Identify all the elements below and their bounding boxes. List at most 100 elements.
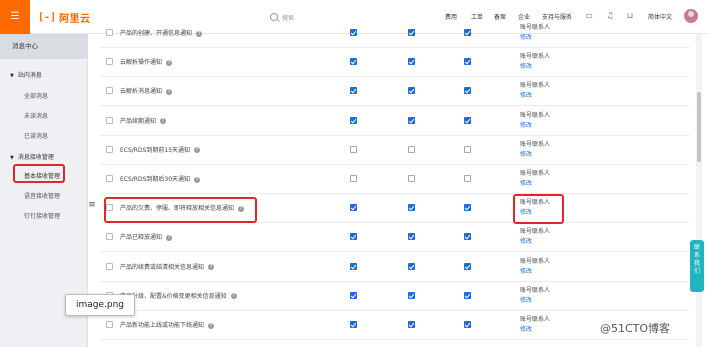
channel-checkbox[interactable] xyxy=(350,58,357,66)
edit-link[interactable]: 修改 xyxy=(520,236,532,245)
channel-checkbox[interactable] xyxy=(464,204,471,212)
table-row: ECS/RDS到期前15天通知? 账号联系人 修改 xyxy=(100,136,689,165)
row-select-checkbox[interactable] xyxy=(106,262,113,270)
channel-checkbox[interactable] xyxy=(408,87,415,95)
row-contact: 账号联系人 xyxy=(520,228,551,236)
help-icon[interactable]: ? xyxy=(230,293,237,300)
row-label: 产品升级、配置&价格变更相关信息通知? xyxy=(120,291,237,300)
channel-checkbox[interactable] xyxy=(350,204,357,212)
channel-checkbox[interactable] xyxy=(464,145,471,153)
channel-checkbox[interactable] xyxy=(408,58,415,66)
row-label-text: 云解析操作通知 xyxy=(120,59,163,67)
row-label: 云解析操作通知? xyxy=(120,57,173,67)
channel-checkbox[interactable] xyxy=(464,175,471,182)
row-contact: 账号联系人 xyxy=(520,24,551,31)
channel-checkbox[interactable] xyxy=(350,321,357,328)
sidebar-item-unread-messages[interactable]: 未读消息 xyxy=(24,111,48,120)
sidebar-collapse-icon[interactable]: ≡ xyxy=(88,200,96,210)
sidebar-item-dingtalk-receive[interactable]: 钉钉接收管理 xyxy=(24,211,60,220)
help-icon[interactable]: ? xyxy=(196,30,203,37)
help-icon[interactable]: ? xyxy=(166,59,173,66)
channel-checkbox[interactable] xyxy=(350,29,357,36)
sidebar-group-site-messages[interactable]: ▼ 站内消息 xyxy=(10,70,42,79)
help-icon[interactable]: ? xyxy=(160,118,167,125)
aliyun-logo[interactable]: [-] 阿里云 xyxy=(38,9,91,25)
channel-checkbox[interactable] xyxy=(350,233,357,241)
help-icon[interactable]: ? xyxy=(166,234,173,241)
table-row: 产品的创建、开通信息通知? 账号联系人 修改 xyxy=(100,19,689,48)
row-contact: 账号联系人 xyxy=(520,140,551,148)
channel-checkbox[interactable] xyxy=(464,321,471,328)
edit-link[interactable]: 修改 xyxy=(520,266,532,275)
edit-link[interactable]: 修改 xyxy=(520,324,532,333)
contact-char: 我 xyxy=(693,260,700,267)
row-select-checkbox[interactable] xyxy=(106,321,113,328)
caret-down-icon: ▼ xyxy=(10,155,14,161)
sidebar-group-label: 站内消息 xyxy=(17,72,42,79)
channel-checkbox[interactable] xyxy=(350,175,357,182)
table-row: 云解析消息通知? 账号联系人 修改 xyxy=(100,77,689,107)
channel-checkbox[interactable] xyxy=(408,175,415,182)
help-icon[interactable]: ? xyxy=(194,147,201,154)
channel-checkbox[interactable] xyxy=(408,321,415,328)
logo-text: 阿里云 xyxy=(59,13,91,25)
row-select-checkbox[interactable] xyxy=(106,116,113,124)
channel-checkbox[interactable] xyxy=(350,262,357,270)
row-label: 产品已释放通知? xyxy=(120,232,173,241)
channel-checkbox[interactable] xyxy=(408,291,415,299)
row-select-checkbox[interactable] xyxy=(106,58,113,66)
sidebar-item-read-messages[interactable]: 已读消息 xyxy=(24,131,48,140)
row-label-text: 产品的创建、开通信息通知 xyxy=(120,30,193,37)
edit-link[interactable]: 修改 xyxy=(520,295,532,304)
channel-checkbox[interactable] xyxy=(350,116,357,124)
row-label: 产品的创建、开通信息通知? xyxy=(120,28,203,37)
sidebar-group-receive-management[interactable]: ▼ 消息接收管理 xyxy=(10,152,54,161)
channel-checkbox[interactable] xyxy=(408,233,415,241)
contact-char: 联 xyxy=(693,244,700,251)
edit-link[interactable]: 修改 xyxy=(520,178,532,187)
row-label: 产品的续费或结清相关信息通知? xyxy=(120,262,215,271)
channel-checkbox[interactable] xyxy=(464,233,471,241)
row-select-checkbox[interactable] xyxy=(106,145,113,153)
channel-checkbox[interactable] xyxy=(350,291,357,299)
channel-checkbox[interactable] xyxy=(464,29,471,36)
contact-char: 们 xyxy=(693,268,700,275)
edit-link[interactable]: 修改 xyxy=(520,61,532,70)
help-icon[interactable]: ? xyxy=(208,264,215,271)
channel-checkbox[interactable] xyxy=(464,116,471,124)
help-icon[interactable]: ? xyxy=(166,88,173,95)
channel-checkbox[interactable] xyxy=(350,145,357,153)
row-label-text: 产品续期通知 xyxy=(120,117,157,125)
help-icon[interactable]: ? xyxy=(194,176,201,183)
channel-checkbox[interactable] xyxy=(350,87,357,95)
channel-checkbox[interactable] xyxy=(408,204,415,212)
row-select-checkbox[interactable] xyxy=(106,29,113,36)
row-label-text: 云解析消息通知 xyxy=(120,88,163,96)
channel-checkbox[interactable] xyxy=(464,262,471,270)
table-row: 云解析操作通知? 账号联系人 修改 xyxy=(100,48,689,78)
channel-checkbox[interactable] xyxy=(464,58,471,66)
sidebar-item-voice-receive[interactable]: 语音接收管理 xyxy=(24,191,60,200)
edit-link[interactable]: 修改 xyxy=(520,120,532,129)
scrollbar-thumb[interactable] xyxy=(697,92,701,162)
contact-us-button[interactable]: 联 系 我 们 xyxy=(690,240,704,292)
scrollbar-track[interactable] xyxy=(696,34,702,347)
channel-checkbox[interactable] xyxy=(464,291,471,299)
channel-checkbox[interactable] xyxy=(408,145,415,153)
row-label: ECS/RDS到期后30天通知? xyxy=(120,174,201,183)
row-select-checkbox[interactable] xyxy=(106,87,113,95)
row-label-text: 产品的续费或结清相关信息通知 xyxy=(120,263,205,271)
row-select-checkbox[interactable] xyxy=(106,233,113,241)
row-select-checkbox[interactable] xyxy=(106,175,113,182)
edit-link[interactable]: 修改 xyxy=(520,90,532,99)
channel-checkbox[interactable] xyxy=(408,29,415,36)
channel-checkbox[interactable] xyxy=(408,116,415,124)
edit-link[interactable]: 修改 xyxy=(520,32,532,41)
help-icon[interactable]: ? xyxy=(208,322,215,329)
menu-icon[interactable]: ☰ xyxy=(0,0,30,34)
channel-checkbox[interactable] xyxy=(408,262,415,270)
sidebar-item-all-messages[interactable]: 全部消息 xyxy=(24,91,48,100)
row-contact: 账号联系人 xyxy=(520,316,551,323)
channel-checkbox[interactable] xyxy=(464,87,471,95)
edit-link[interactable]: 修改 xyxy=(520,149,532,158)
